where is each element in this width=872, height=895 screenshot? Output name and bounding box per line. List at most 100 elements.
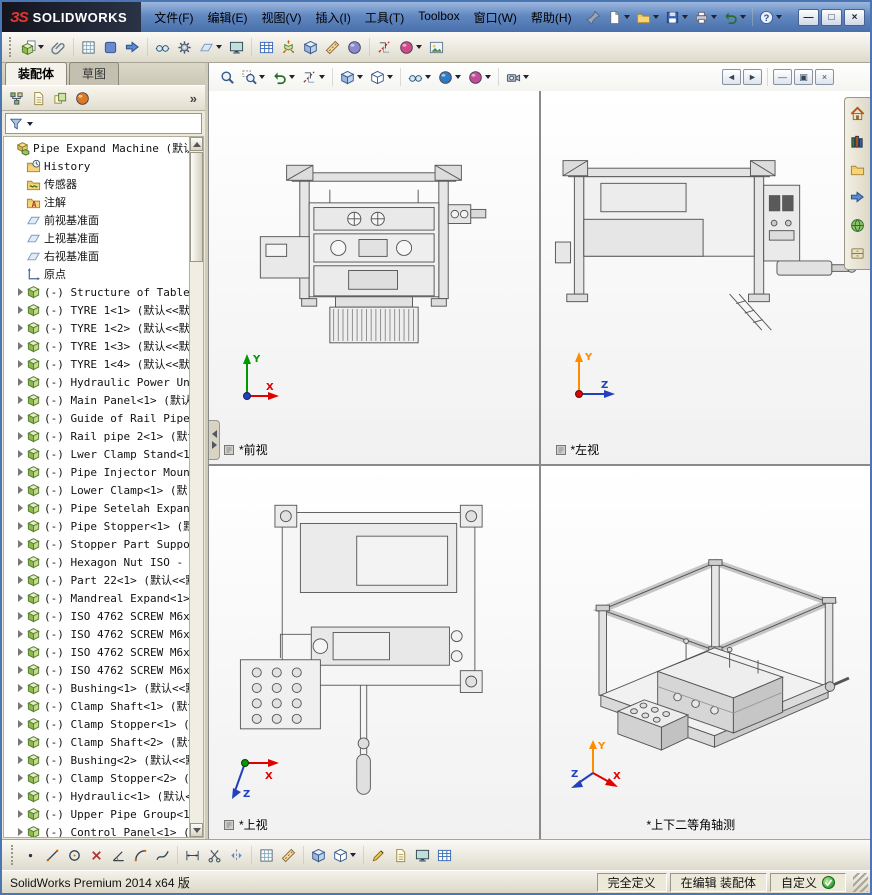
mirror-entities-icon[interactable] [226,845,247,866]
doc-restore-button[interactable]: ▣ [794,69,813,85]
pin-menubar-icon[interactable] [583,7,604,28]
configurationmanager-icon[interactable] [50,88,71,109]
tree-item-22[interactable]: (-) Stopper Part Suppor [6,535,189,553]
viewport-top[interactable]: X Z *上视 [209,466,539,839]
tree-item-18[interactable]: (-) Pipe Injector Mount [6,463,189,481]
menu-window[interactable]: 窗口(W) [467,6,524,29]
tab-sketch[interactable]: 草图 [69,62,120,85]
menu-tools[interactable]: 工具(T) [358,6,411,29]
scroll-down-button[interactable] [190,823,203,837]
toolbar-grip[interactable] [11,845,14,865]
measure-icon[interactable] [322,37,343,58]
reference-geometry-icon[interactable] [196,37,225,58]
menu-view[interactable]: 视图(V) [255,6,309,29]
expand-arrow-icon[interactable] [18,738,23,746]
expand-arrow-icon[interactable] [18,648,23,656]
tree-item-34[interactable]: (-) Bushing<2> (默认<<默 [6,751,189,769]
expand-arrow-icon[interactable] [18,468,23,476]
tree-item-17[interactable]: (-) Lwer Clamp Stand<1> [6,445,189,463]
scroll-thumb[interactable] [190,152,203,262]
tree-item-26[interactable]: (-) ISO 4762 SCREW M6x1 [6,607,189,625]
tree-item-4[interactable]: 前视基准面 [6,211,189,229]
tree-item-12[interactable]: (-) TYRE 1<4> (默认<<默 [6,355,189,373]
assembly-features-icon[interactable] [174,37,195,58]
design-library-icon[interactable] [847,131,868,152]
viewport-front[interactable]: Y X *前视 [209,91,539,464]
expand-arrow-icon[interactable] [18,378,23,386]
set-square-icon[interactable] [278,845,299,866]
sketch-circle-icon[interactable] [64,845,85,866]
expand-arrow-icon[interactable] [18,702,23,710]
doc-prev-view-button[interactable]: ◄ [722,69,741,85]
tree-item-23[interactable]: (-) Hexagon Nut ISO - 4 [6,553,189,571]
menu-help[interactable]: 帮助(H) [524,6,579,29]
tree-item-8[interactable]: (-) Structure of Table< [6,283,189,301]
tree-item-19[interactable]: (-) Lower Clamp<1> (默 [6,481,189,499]
bill-of-materials-icon[interactable] [256,37,277,58]
tree-item-7[interactable]: 原点 [6,265,189,283]
zoom-area-icon[interactable] [239,67,268,88]
edit-sketch-icon[interactable] [368,845,389,866]
tree-item-3[interactable]: A 注解 [6,193,189,211]
move-component-icon[interactable] [122,37,143,58]
appearances-scenes-icon[interactable] [847,215,868,236]
tree-item-33[interactable]: (-) Clamp Shaft<2> (默认 [6,733,189,751]
new-motion-study-icon[interactable] [226,37,247,58]
expand-arrow-icon[interactable] [18,342,23,350]
expand-arrow-icon[interactable] [18,792,23,800]
propertymanager-icon[interactable] [28,88,49,109]
mate-icon[interactable] [48,37,69,58]
open-document-icon[interactable] [633,7,662,28]
sketch-point-icon[interactable] [20,845,41,866]
expand-arrow-icon[interactable] [18,594,23,602]
expand-arrow-icon[interactable] [18,666,23,674]
show-hidden-components-icon[interactable] [152,37,173,58]
sketch-spline-icon[interactable] [152,845,173,866]
tree-item-10[interactable]: (-) TYRE 1<2> (默认<<默 [6,319,189,337]
file-explorer-icon[interactable] [847,159,868,180]
expand-arrow-icon[interactable] [18,810,23,818]
isometric-view-icon[interactable] [308,845,329,866]
view-orientation-cube-icon[interactable] [330,845,359,866]
display-style-icon[interactable] [367,67,396,88]
fullscreen-icon[interactable] [412,845,433,866]
viewport-isometric[interactable]: Y X Z *上下二等角轴测 [540,466,870,839]
edit-appearance-icon[interactable] [435,67,464,88]
expand-arrow-icon[interactable] [18,828,23,836]
tree-item-16[interactable]: (-) Rail pipe 2<1> (默认 [6,427,189,445]
maximize-button[interactable]: □ [821,8,842,26]
expand-arrow-icon[interactable] [18,756,23,764]
tree-item-14[interactable]: (-) Main Panel<1> (默认 [6,391,189,409]
menu-insert[interactable]: 插入(I) [309,6,358,29]
expand-arrow-icon[interactable] [18,306,23,314]
tree-item-9[interactable]: (-) TYRE 1<1> (默认<<默 [6,301,189,319]
expand-arrow-icon[interactable] [18,414,23,422]
expand-arrow-icon[interactable] [18,450,23,458]
tree-item-30[interactable]: (-) Bushing<1> (默认<<默 [6,679,189,697]
smart-dimension-icon[interactable] [108,845,129,866]
tree-item-28[interactable]: (-) ISO 4762 SCREW M6x1 [6,643,189,661]
menu-toolbox[interactable]: Toolbox [411,6,466,29]
expand-arrow-icon[interactable] [18,576,23,584]
tree-item-2[interactable]: 传感器 [6,175,189,193]
tree-item-29[interactable]: (-) ISO 4762 SCREW M6x1 [6,661,189,679]
sheet-properties-icon[interactable] [390,845,411,866]
tree-item-20[interactable]: (-) Pipe Setelah Expand [6,499,189,517]
design-table-icon[interactable] [434,845,455,866]
expand-arrow-icon[interactable] [18,612,23,620]
scroll-up-button[interactable] [190,137,203,151]
zoom-fit-icon[interactable] [217,67,238,88]
erase-icon[interactable] [86,845,107,866]
section-view-icon[interactable] [299,67,328,88]
tree-item-15[interactable]: (-) Guide of Rail Pipe [6,409,189,427]
viewport-left[interactable]: Y Z *左视 [540,91,870,464]
filter-bar[interactable] [5,113,202,134]
expand-pane-chevron[interactable]: » [186,91,201,106]
tree-item-36[interactable]: (-) Hydraulic<1> (默认< [6,787,189,805]
close-button[interactable]: × [844,8,865,26]
simulation-icon[interactable] [426,37,447,58]
expand-arrow-icon[interactable] [18,558,23,566]
section-properties-icon[interactable] [374,37,395,58]
toolbar-grip[interactable] [9,37,12,57]
hide-show-items-icon[interactable] [405,67,434,88]
